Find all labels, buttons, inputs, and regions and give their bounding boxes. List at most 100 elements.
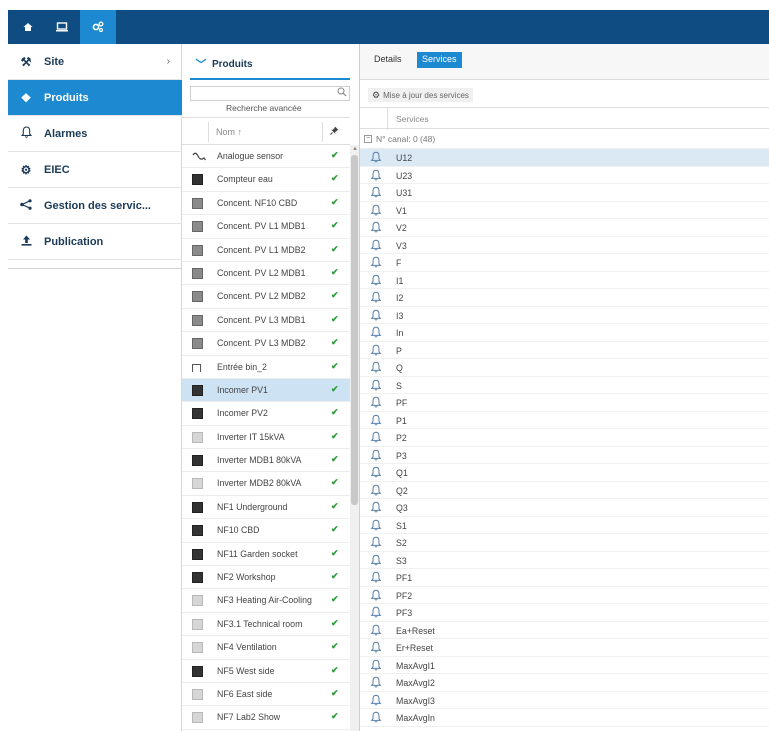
settings-button[interactable] — [80, 10, 116, 44]
check-icon[interactable]: ✔ — [331, 594, 339, 605]
channel-group-row[interactable]: − N° canal: 0 (48) — [360, 129, 769, 149]
bell-icon[interactable] — [370, 379, 382, 391]
bell-icon[interactable] — [370, 571, 382, 583]
product-row[interactable]: NF11 Garden socket ✔ — [182, 543, 350, 567]
bell-icon[interactable] — [370, 484, 382, 496]
product-row[interactable]: NF5 West side ✔ — [182, 660, 350, 683]
check-icon[interactable]: ✔ — [331, 711, 339, 722]
bell-icon[interactable] — [370, 151, 382, 163]
bell-icon[interactable] — [370, 519, 382, 531]
check-icon[interactable]: ✔ — [331, 173, 339, 184]
bell-icon[interactable] — [370, 396, 382, 408]
service-row[interactable]: U12 — [360, 149, 769, 167]
check-icon[interactable]: ✔ — [331, 267, 339, 278]
service-row[interactable]: MaxAvgIn — [360, 709, 769, 727]
bell-icon[interactable] — [370, 326, 382, 338]
product-search-input[interactable] — [190, 86, 350, 101]
product-row[interactable]: Concent. PV L1 MDB2 ✔ — [182, 239, 350, 262]
collapse-toggle-icon[interactable]: − — [364, 135, 372, 143]
bell-icon[interactable] — [370, 361, 382, 373]
product-row[interactable]: NF7 Lab2 Show ✔ — [182, 706, 350, 730]
service-row[interactable]: Q2 — [360, 482, 769, 499]
product-row[interactable]: NF3 Heating Air-Cooling ✔ — [182, 589, 350, 613]
nav-item-produits[interactable]: ❖ Produits — [8, 80, 182, 116]
advanced-search-link[interactable]: Recherche avancée — [226, 103, 302, 113]
service-row[interactable]: Q — [360, 359, 769, 377]
check-icon[interactable]: ✔ — [331, 197, 339, 208]
nav-item-site[interactable]: ⚒ Site › — [8, 44, 182, 80]
bell-icon[interactable] — [370, 641, 382, 653]
service-row[interactable]: S2 — [360, 534, 769, 552]
service-row[interactable]: V3 — [360, 237, 769, 254]
check-icon[interactable]: ✔ — [331, 688, 339, 699]
bell-icon[interactable] — [370, 274, 382, 286]
service-row[interactable]: MaxAvgI1 — [360, 657, 769, 674]
check-icon[interactable]: ✔ — [331, 618, 339, 629]
check-icon[interactable]: ✔ — [331, 290, 339, 301]
check-icon[interactable]: ✔ — [331, 384, 339, 395]
nav-item-gestion-des-services[interactable]: Gestion des servic... — [8, 188, 182, 224]
chevron-down-icon[interactable]: ﹀ — [190, 56, 212, 72]
product-row[interactable]: Concent. PV L2 MDB1 ✔ — [182, 262, 350, 286]
bell-icon[interactable] — [370, 466, 382, 478]
tab-services[interactable]: Services — [417, 52, 462, 68]
product-row[interactable]: NF2 Workshop ✔ — [182, 566, 350, 590]
product-row[interactable]: Concent. PV L3 MDB2 ✔ — [182, 332, 350, 356]
check-icon[interactable]: ✔ — [331, 501, 339, 512]
tab-details[interactable]: Details — [369, 52, 407, 68]
check-icon[interactable]: ✔ — [331, 477, 339, 488]
bell-icon[interactable] — [370, 606, 382, 618]
column-header-nom[interactable]: Nom ↑ — [216, 127, 242, 137]
product-row[interactable]: Analogue sensor ✔ — [182, 145, 350, 169]
bell-icon[interactable] — [370, 449, 382, 461]
bell-icon[interactable] — [370, 676, 382, 688]
service-row[interactable]: Ea+Reset — [360, 622, 769, 639]
product-row[interactable]: NF4 Ventilation ✔ — [182, 636, 350, 660]
service-row[interactable]: P3 — [360, 447, 769, 464]
service-row[interactable]: S1 — [360, 517, 769, 534]
check-icon[interactable]: ✔ — [331, 571, 339, 582]
bell-icon[interactable] — [370, 169, 382, 181]
bell-icon[interactable] — [370, 711, 382, 723]
check-icon[interactable]: ✔ — [331, 361, 339, 372]
product-row[interactable]: Concent. PV L1 MDB1 ✔ — [182, 215, 350, 239]
service-row[interactable]: Er+Reset — [360, 639, 769, 657]
product-row[interactable]: Concent. NF10 CBD ✔ — [182, 192, 350, 216]
bell-icon[interactable] — [370, 186, 382, 198]
check-icon[interactable]: ✔ — [331, 431, 339, 442]
service-row[interactable]: I3 — [360, 307, 769, 324]
service-row[interactable]: MaxAvgI2 — [360, 674, 769, 692]
search-icon[interactable] — [337, 87, 347, 100]
service-row[interactable]: U23 — [360, 167, 769, 184]
bell-icon[interactable] — [370, 501, 382, 513]
bell-icon[interactable] — [370, 239, 382, 251]
service-row[interactable]: U31 — [360, 184, 769, 202]
column-header-services[interactable]: Services — [396, 114, 429, 124]
monitor-button[interactable] — [46, 10, 78, 44]
nav-item-eiec[interactable]: ⚙ EIEC — [8, 152, 182, 188]
product-row[interactable]: Compteur eau ✔ — [182, 168, 350, 192]
service-row[interactable]: I2 — [360, 289, 769, 307]
check-icon[interactable]: ✔ — [331, 244, 339, 255]
check-icon[interactable]: ✔ — [331, 524, 339, 535]
product-row[interactable]: NF10 CBD ✔ — [182, 519, 350, 543]
check-icon[interactable]: ✔ — [331, 454, 339, 465]
bell-icon[interactable] — [370, 414, 382, 426]
product-row[interactable]: Incomer PV2 ✔ — [182, 402, 350, 426]
service-row[interactable]: PF3 — [360, 604, 769, 622]
products-scrollbar[interactable]: ▲ — [350, 145, 359, 731]
home-button[interactable] — [12, 10, 44, 44]
check-icon[interactable]: ✔ — [331, 548, 339, 559]
bell-icon[interactable] — [370, 309, 382, 321]
product-row[interactable]: Inverter MDB2 80kVA ✔ — [182, 472, 350, 496]
check-icon[interactable]: ✔ — [331, 337, 339, 348]
product-row[interactable]: Entrée bin_2 ✔ — [182, 356, 350, 379]
nav-item-publication[interactable]: Publication — [8, 224, 182, 260]
service-row[interactable]: PF2 — [360, 587, 769, 604]
service-row[interactable]: PF1 — [360, 569, 769, 587]
check-icon[interactable]: ✔ — [331, 220, 339, 231]
bell-icon[interactable] — [370, 256, 382, 268]
bell-icon[interactable] — [370, 221, 382, 233]
bell-icon[interactable] — [370, 536, 382, 548]
bell-icon[interactable] — [370, 291, 382, 303]
